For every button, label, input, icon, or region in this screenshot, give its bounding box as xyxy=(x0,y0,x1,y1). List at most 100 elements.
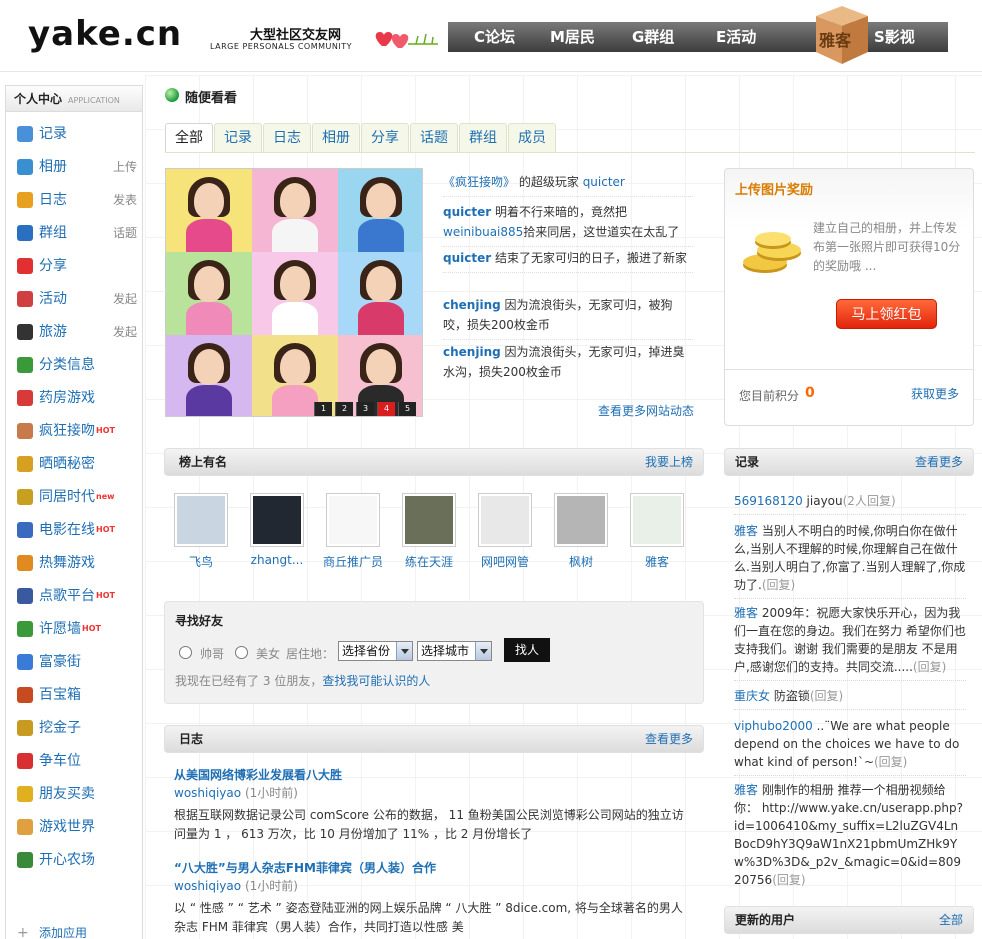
avatar[interactable] xyxy=(174,493,228,547)
member-name[interactable]: 枫树 xyxy=(548,553,614,570)
note-user-link[interactable]: 雅客 xyxy=(734,606,758,620)
featured-photo[interactable]: 1 2 3 4 5 xyxy=(165,168,423,417)
find-known-people-link[interactable]: 查找我可能认识的人 xyxy=(322,674,430,688)
sidebar-item[interactable]: 热舞游戏 xyxy=(17,552,137,574)
avatar[interactable] xyxy=(326,493,380,547)
sidebar-item[interactable]: 挖金子 xyxy=(17,717,137,739)
updated-users-all-link[interactable]: 全部 xyxy=(939,907,963,933)
pager-1[interactable]: 1 xyxy=(314,402,332,416)
note-user-link[interactable]: 重庆女 xyxy=(734,689,770,703)
member-name[interactable]: 练在天涯 xyxy=(396,553,462,570)
sidebar-item[interactable]: 许愿墙HOT xyxy=(17,618,137,640)
pager-3[interactable]: 3 xyxy=(356,402,374,416)
sidebar-item[interactable]: 争车位 xyxy=(17,750,137,772)
blog-more-link[interactable]: 查看更多 xyxy=(645,726,693,752)
sidebar-item[interactable]: 晒晒秘密 xyxy=(17,453,137,475)
sidebar-item-action[interactable]: 发起 xyxy=(113,288,137,310)
top-member[interactable]: zhangt... xyxy=(244,493,310,567)
top-member[interactable]: 雅客 xyxy=(624,493,690,570)
sidebar-item[interactable]: 朋友买卖 xyxy=(17,783,137,805)
find-people-button[interactable]: 找人 xyxy=(504,638,550,662)
sidebar-item-action[interactable]: 上传 xyxy=(113,156,137,178)
sidebar-item[interactable]: 相册 上传 xyxy=(17,156,137,178)
member-name[interactable]: 网吧网管 xyxy=(472,553,538,570)
feed-user-link[interactable]: quicter xyxy=(443,251,491,265)
note-reply-link[interactable]: (回复) xyxy=(913,660,946,674)
note-reply-link[interactable]: (回复) xyxy=(772,873,805,887)
tab-albums[interactable]: 相册 xyxy=(312,123,360,153)
nav-forum[interactable]: C论坛 xyxy=(474,26,515,48)
pager-5[interactable]: 5 xyxy=(398,402,416,416)
province-select[interactable]: 选择省份 xyxy=(338,641,413,661)
sidebar-item[interactable]: 百宝箱 xyxy=(17,684,137,706)
member-name[interactable]: 商丘推广员 xyxy=(320,553,386,570)
feed-user-link[interactable]: weinibuai885 xyxy=(443,225,523,239)
male-radio[interactable] xyxy=(179,646,192,659)
avatar[interactable] xyxy=(478,493,532,547)
blog-title-link[interactable]: 从美国网络博彩业发展看八大胜 xyxy=(174,766,342,783)
note-user-link[interactable]: 雅客 xyxy=(734,524,758,538)
tab-shares[interactable]: 分享 xyxy=(361,123,409,153)
top-member[interactable]: 飞鸟 xyxy=(168,493,234,570)
sidebar-item[interactable]: 群组 话题 xyxy=(17,222,137,244)
member-name[interactable]: zhangt... xyxy=(244,553,310,567)
sidebar-item[interactable]: 记录 xyxy=(17,123,137,145)
sidebar-item[interactable]: 分享 xyxy=(17,255,137,277)
sidebar-item-action[interactable]: 发起 xyxy=(113,321,137,343)
note-reply-link[interactable]: (2人回复) xyxy=(843,494,896,508)
sidebar-item-action[interactable]: 发表 xyxy=(113,189,137,211)
tab-blogs[interactable]: 日志 xyxy=(263,123,311,153)
note-user-link[interactable]: 569168120 xyxy=(734,494,803,508)
sidebar-item[interactable]: 分类信息 xyxy=(17,354,137,376)
get-more-points-link[interactable]: 获取更多 xyxy=(911,385,959,402)
blog-title-link[interactable]: “八大胜”与男人杂志FHM菲律宾（男人装）合作 xyxy=(174,859,436,876)
notes-more-link[interactable]: 查看更多 xyxy=(915,449,963,475)
blog-author-link[interactable]: woshiqiyao xyxy=(174,786,241,800)
top-member[interactable]: 网吧网管 xyxy=(472,493,538,570)
female-radio[interactable] xyxy=(235,646,248,659)
nav-events[interactable]: E活动 xyxy=(716,26,756,48)
sidebar-item[interactable]: 电影在线HOT xyxy=(17,519,137,541)
nav-movies[interactable]: S影视 xyxy=(874,26,915,48)
sidebar-item[interactable]: 点歌平台HOT xyxy=(17,585,137,607)
sidebar-item[interactable]: 日志 发表 xyxy=(17,189,137,211)
note-reply-link[interactable]: (回复) xyxy=(762,578,795,592)
note-reply-link[interactable]: (回复) xyxy=(874,755,907,769)
sidebar-item[interactable]: 疯狂接吻HOT xyxy=(17,420,137,442)
site-logo[interactable]: yake.cn xyxy=(28,14,182,54)
feed-game-link[interactable]: 《疯狂接吻》 xyxy=(443,175,515,189)
pager-2[interactable]: 2 xyxy=(335,402,353,416)
nav-residents[interactable]: M居民 xyxy=(550,26,595,48)
sidebar-item[interactable]: 药房游戏 xyxy=(17,387,137,409)
note-user-link[interactable]: 雅客 xyxy=(734,783,758,797)
member-name[interactable]: 雅客 xyxy=(624,553,690,570)
avatar[interactable] xyxy=(630,493,684,547)
claim-red-envelope-button[interactable]: 马上领红包 xyxy=(836,299,937,329)
tab-members[interactable]: 成员 xyxy=(508,123,556,153)
avatar[interactable] xyxy=(250,493,304,547)
feed-user-link[interactable]: quicter xyxy=(443,205,491,219)
tab-groups[interactable]: 群组 xyxy=(459,123,507,153)
tab-records[interactable]: 记录 xyxy=(214,123,262,153)
feed-user-link[interactable]: quicter xyxy=(583,175,625,189)
sidebar-item[interactable]: 富豪街 xyxy=(17,651,137,673)
city-select[interactable]: 选择城市 xyxy=(417,641,492,661)
tab-all[interactable]: 全部 xyxy=(165,123,213,153)
note-reply-link[interactable]: (回复) xyxy=(810,689,843,703)
pager-4[interactable]: 4 xyxy=(377,402,395,416)
feed-user-link[interactable]: chenjing xyxy=(443,298,501,312)
feed-user-link[interactable]: chenjing xyxy=(443,345,501,359)
sidebar-item[interactable]: 游戏世界 xyxy=(17,816,137,838)
avatar[interactable] xyxy=(554,493,608,547)
sidebar-item[interactable]: 同居时代new xyxy=(17,486,137,508)
sidebar-item[interactable]: 活动 发起 xyxy=(17,288,137,310)
feed-more-link[interactable]: 查看更多网站动态 xyxy=(598,402,694,419)
blog-author-link[interactable]: woshiqiyao xyxy=(174,879,241,893)
box-icon[interactable]: 雅客 xyxy=(812,2,870,66)
tab-topics[interactable]: 话题 xyxy=(410,123,458,153)
member-name[interactable]: 飞鸟 xyxy=(168,553,234,570)
sidebar-item[interactable]: 旅游 发起 xyxy=(17,321,137,343)
top-member[interactable]: 商丘推广员 xyxy=(320,493,386,570)
sidebar-item[interactable]: 开心农场 xyxy=(17,849,137,871)
top-member[interactable]: 练在天涯 xyxy=(396,493,462,570)
